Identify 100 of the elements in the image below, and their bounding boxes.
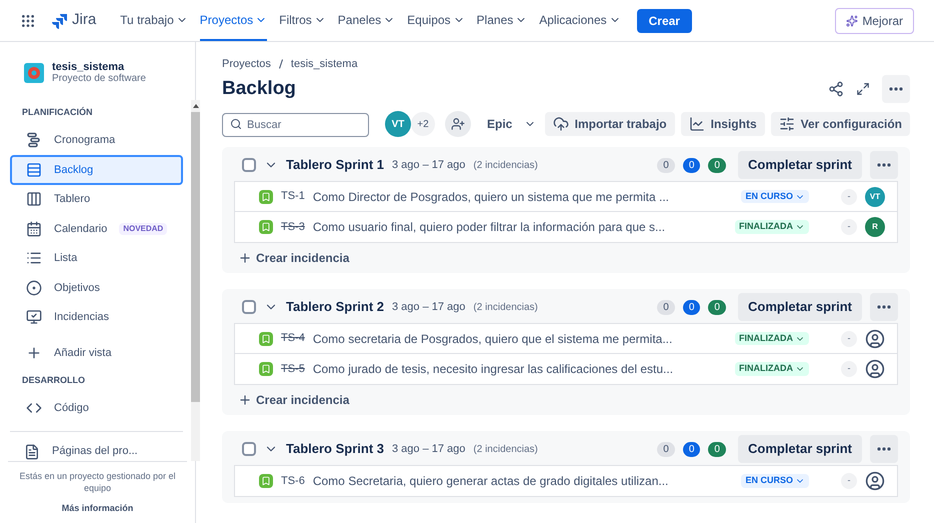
nav-menu[interactable]: Equipos xyxy=(407,0,465,41)
unassigned-avatar-icon[interactable] xyxy=(865,328,885,348)
sprint-dates: 3 ago – 17 ago xyxy=(392,300,466,315)
checkbox[interactable] xyxy=(242,442,256,456)
complete-sprint-button[interactable]: Completar sprint xyxy=(738,435,862,463)
product-name[interactable]: Jira xyxy=(72,9,96,32)
expand-icon[interactable] xyxy=(856,82,870,96)
more-icon xyxy=(889,86,903,91)
nav-menu[interactable]: Filtros xyxy=(279,0,326,41)
epic-filter[interactable]: Epic xyxy=(487,115,536,133)
toolbar-button[interactable]: Importar trabajo xyxy=(544,112,675,136)
sliders-icon xyxy=(778,116,795,132)
issue-row[interactable]: TS-4 Como secretaria de Posgrados, quiero que el sistema me permita... FINALIZADA - xyxy=(235,324,897,354)
more-button[interactable] xyxy=(870,151,898,179)
sidebar-item[interactable]: Tablero xyxy=(10,184,184,214)
search-field[interactable]: Buscar xyxy=(222,112,369,136)
monitor-icon xyxy=(26,309,42,326)
more-button[interactable] xyxy=(870,435,898,463)
issue-row[interactable]: TS-3 Como usuario final, quiero poder filtrar la información para que s... FINALIZADA - R xyxy=(235,212,897,242)
scroll-up-icon[interactable] xyxy=(192,104,199,108)
issue-key[interactable]: TS-5 xyxy=(281,360,305,378)
sidebar-item[interactable]: Backlog xyxy=(10,155,184,184)
sidebar-item[interactable]: Código xyxy=(10,393,184,422)
assignee-avatar[interactable]: R xyxy=(865,217,885,237)
done-count: 0 xyxy=(708,300,726,314)
issue-row[interactable]: TS-1 Como Director de Posgrados, quiero un sistema que me permita ... EN CURSO - VT xyxy=(235,182,897,212)
issue-key[interactable]: TS-6 xyxy=(281,472,305,490)
estimate[interactable]: - xyxy=(841,361,857,377)
jira-logo-icon xyxy=(52,12,68,28)
issue-summary: Como Secretaria, quiero generar actas de grado digitales utilizan... xyxy=(312,473,668,490)
done-count: 0 xyxy=(708,158,726,172)
issue-row[interactable]: TS-5 Como jurado de tesis, necesito ingresar las calificaciones del estu... FINALIZADA - xyxy=(235,354,897,384)
more-info-link[interactable]: Más información xyxy=(62,502,134,515)
estimate[interactable]: - xyxy=(841,188,857,204)
more-users-count[interactable]: +2 xyxy=(411,112,435,136)
board-icon xyxy=(26,191,42,208)
backlog-icon xyxy=(26,162,42,178)
create-button[interactable]: Crear xyxy=(636,8,692,32)
sidebar-item[interactable]: Objetivos xyxy=(10,273,184,302)
scrollbar[interactable] xyxy=(191,100,200,460)
upgrade-button[interactable]: Mejorar xyxy=(835,8,914,34)
project-name[interactable]: tesis_sistema xyxy=(52,62,146,73)
sidebar-item[interactable]: Añadir vista xyxy=(10,338,184,368)
sprint-name: Tablero Sprint 1 xyxy=(286,156,384,174)
unassigned-avatar-icon[interactable] xyxy=(865,471,885,491)
sprint-dates: 3 ago – 17 ago xyxy=(392,158,466,173)
sidebar-item[interactable]: Calendario NOVEDAD xyxy=(10,214,184,244)
sidebar-item[interactable]: Páginas del pro... xyxy=(10,438,152,466)
plus-icon xyxy=(238,251,252,265)
nav-menu[interactable]: Proyectos xyxy=(200,0,268,41)
estimate[interactable]: - xyxy=(841,330,857,346)
issue-row[interactable]: TS-6 Como Secretaria, quiero generar actas de grado digitales utilizan... EN CURSO - xyxy=(235,466,897,496)
status-lozenge[interactable]: FINALIZADA xyxy=(735,362,809,376)
estimate[interactable]: - xyxy=(841,219,857,235)
checkbox[interactable] xyxy=(242,158,256,172)
share-icon[interactable] xyxy=(828,80,844,97)
checkbox[interactable] xyxy=(242,300,256,314)
complete-sprint-button[interactable]: Completar sprint xyxy=(738,293,862,321)
search-icon xyxy=(230,118,242,130)
more-button[interactable] xyxy=(870,293,898,321)
toolbar-button[interactable]: Insights xyxy=(680,112,765,136)
complete-sprint-button[interactable]: Completar sprint xyxy=(738,151,862,179)
story-icon xyxy=(259,474,273,488)
nav-menu[interactable]: Paneles xyxy=(338,0,396,41)
breadcrumb-separator-icon xyxy=(278,59,283,70)
status-lozenge[interactable]: EN CURSO xyxy=(741,474,809,488)
issue-count: (2 incidencias) xyxy=(473,158,538,172)
sidebar-item[interactable]: Lista xyxy=(10,244,184,273)
sprint-name: Tablero Sprint 2 xyxy=(286,298,384,316)
add-user-icon xyxy=(451,117,465,131)
issue-count: (2 incidencias) xyxy=(473,300,538,314)
issue-key[interactable]: TS-4 xyxy=(281,330,305,347)
nav-menu[interactable]: Tu trabajo xyxy=(120,0,188,41)
more-button[interactable] xyxy=(882,74,910,103)
nav-menu[interactable]: Aplicaciones xyxy=(539,0,621,41)
status-lozenge[interactable]: FINALIZADA xyxy=(735,332,809,346)
section-heading: DESARROLLO xyxy=(21,374,86,386)
in-progress-count: 0 xyxy=(682,442,700,456)
app-switcher-icon[interactable] xyxy=(20,12,36,28)
estimate[interactable]: - xyxy=(841,473,857,489)
unassigned-avatar-icon[interactable] xyxy=(865,359,885,379)
cloud-upload-icon xyxy=(552,116,569,132)
story-icon xyxy=(259,190,273,204)
add-people-button[interactable] xyxy=(445,111,471,137)
status-lozenge[interactable]: FINALIZADA xyxy=(735,220,809,234)
toolbar-button[interactable]: Ver configuración xyxy=(770,112,910,136)
create-issue-button[interactable]: Crear incidencia xyxy=(238,249,350,267)
section-heading: PLANIFICACIÓN xyxy=(21,106,94,119)
breadcrumb-link[interactable]: tesis_sistema xyxy=(290,56,358,72)
sidebar-item[interactable]: Incidencias xyxy=(10,302,184,332)
breadcrumb-link[interactable]: Proyectos xyxy=(222,56,271,72)
issue-summary: Como secretaria de Posgrados, quiero que el sistema me permita... xyxy=(312,330,672,348)
nav-menu[interactable]: Planes xyxy=(476,0,528,41)
status-lozenge[interactable]: EN CURSO xyxy=(741,190,809,204)
issue-key[interactable]: TS-3 xyxy=(281,218,305,236)
issue-summary: Como Director de Posgrados, quiero un sistema que me permita ... xyxy=(312,188,670,206)
create-issue-button[interactable]: Crear incidencia xyxy=(238,391,350,409)
issue-key[interactable]: TS-1 xyxy=(281,188,305,205)
done-count: 0 xyxy=(708,442,726,456)
sidebar-item[interactable]: Cronograma xyxy=(10,126,184,155)
